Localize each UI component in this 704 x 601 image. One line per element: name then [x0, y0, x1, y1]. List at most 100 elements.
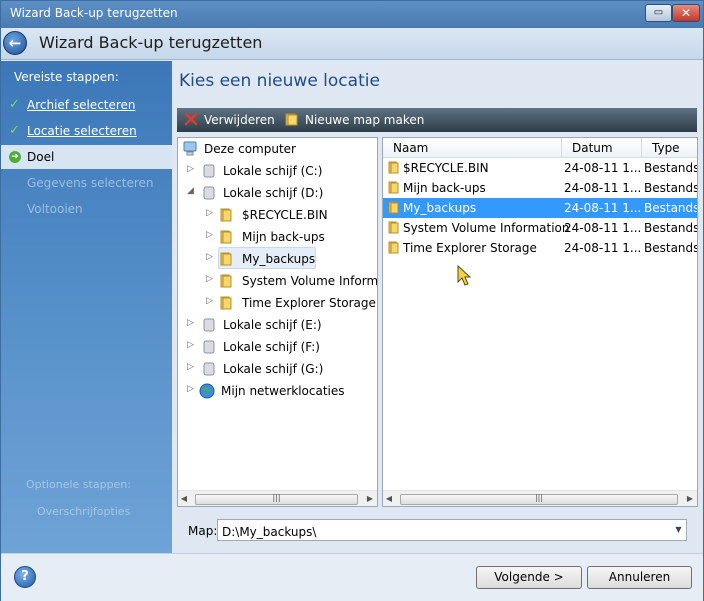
window-title: Wizard Back-up terugzetten: [10, 6, 178, 20]
step-locatie-selecteren[interactable]: ✓ Locatie selecteren: [1, 119, 172, 143]
folder-icon: [285, 113, 298, 126]
column-header-datum[interactable]: Datum: [562, 138, 642, 158]
expand-icon[interactable]: ▷: [206, 230, 213, 240]
scroll-left-icon[interactable]: ◀: [179, 494, 189, 503]
expand-icon[interactable]: ▷: [206, 296, 213, 306]
row-date: 24-08-11 1...: [564, 181, 642, 195]
folder-icon: [388, 221, 399, 234]
cancel-button[interactable]: Annuleren: [587, 566, 692, 589]
new-folder-button[interactable]: Nieuwe map maken: [285, 112, 424, 128]
column-header-naam[interactable]: Naam: [383, 138, 562, 158]
list-row-selected[interactable]: My_backups 24-08-11 1... Bestandsm: [383, 198, 697, 218]
help-icon[interactable]: ?: [14, 566, 36, 588]
expand-icon[interactable]: ▷: [206, 252, 213, 262]
tree-label: System Volume Informat: [242, 274, 378, 288]
wizard-footer: ? Volgende > Annuleren: [1, 553, 703, 601]
folder-icon: [220, 230, 232, 244]
expand-icon[interactable]: ▷: [206, 274, 213, 284]
row-date: 24-08-11 1...: [564, 241, 642, 255]
folder-icon: [220, 274, 232, 288]
grip-icon: |||: [534, 493, 544, 502]
folder-icon: [220, 296, 232, 310]
row-name: System Volume Information: [403, 221, 570, 235]
toolbar: Verwijderen Nieuwe map maken: [177, 108, 697, 132]
delete-button[interactable]: Verwijderen: [184, 112, 275, 128]
drive-icon: [203, 362, 215, 376]
folder-icon: [388, 241, 399, 254]
computer-icon: [183, 141, 197, 156]
step-label: Gegevens selecteren: [27, 176, 154, 190]
step-doel: ➜ Doel: [1, 145, 172, 169]
restore-button[interactable]: ▭: [645, 4, 672, 22]
drive-icon: [203, 340, 215, 354]
drive-icon: [203, 164, 215, 178]
scrollbar-thumb[interactable]: |||: [400, 493, 678, 505]
step-archief-selecteren[interactable]: ✓ Archief selecteren: [1, 93, 172, 117]
scroll-right-icon[interactable]: ▶: [685, 494, 695, 503]
title-bar: Wizard Back-up terugzetten ▭ ✕: [1, 1, 703, 28]
collapse-icon[interactable]: ◢: [187, 186, 194, 196]
tree-label: My_backups: [242, 252, 316, 266]
list-horizontal-scrollbar[interactable]: ◀ ||| ▶: [383, 490, 697, 506]
row-date: 24-08-11 1...: [564, 201, 642, 215]
map-dropdown-icon[interactable]: ▼: [671, 520, 686, 540]
drive-icon: [203, 186, 215, 200]
file-list: Naam Datum Type $RECYCLE.BIN 24-08-11 1.…: [382, 137, 698, 507]
checkmark-icon: ✓: [9, 123, 20, 138]
list-row[interactable]: Mijn back-ups 24-08-11 1... Bestandsm: [383, 178, 697, 198]
map-path-input[interactable]: [217, 519, 687, 541]
next-button[interactable]: Volgende >: [476, 566, 582, 589]
folder-tree: Deze computer ▷ Lokale schijf (C:) ◢ Lok…: [177, 137, 378, 507]
scrollbar-thumb[interactable]: |||: [195, 493, 358, 505]
tree-label: Mijn back-ups: [242, 230, 325, 244]
folder-icon: [388, 201, 399, 214]
tree-label: Lokale schijf (E:): [223, 318, 322, 332]
required-steps-heading: Vereiste stappen:: [14, 70, 119, 84]
step-voltooien: Voltooien: [1, 197, 172, 221]
expand-icon[interactable]: ▷: [206, 208, 213, 218]
row-name: Mijn back-ups: [403, 181, 486, 195]
map-label: Map:: [188, 524, 218, 538]
list-row[interactable]: $RECYCLE.BIN 24-08-11 1... Bestandsm: [383, 158, 697, 178]
mouse-cursor-icon: [457, 265, 472, 286]
row-type: Bestandsm: [644, 181, 697, 195]
optional-steps-heading: Optionele stappen:: [26, 478, 131, 491]
scroll-right-icon[interactable]: ▶: [365, 494, 375, 503]
close-button[interactable]: ✕: [672, 4, 700, 22]
drive-icon: [203, 318, 215, 332]
list-row[interactable]: System Volume Information 24-08-11 1... …: [383, 218, 697, 238]
current-step-arrow-icon: ➜: [9, 151, 21, 163]
tree-label: $RECYCLE.BIN: [242, 208, 328, 222]
optional-step-overschrijfopties: Overschrijfopties: [37, 505, 131, 518]
folder-icon: [388, 181, 399, 194]
back-button[interactable]: ←: [3, 31, 27, 55]
column-header-type[interactable]: Type: [642, 138, 697, 158]
wizard-title: Wizard Back-up terugzetten: [39, 33, 263, 52]
expand-icon[interactable]: ▷: [187, 164, 194, 174]
grip-icon: |||: [272, 493, 281, 502]
new-folder-label: Nieuwe map maken: [305, 113, 425, 127]
expand-icon[interactable]: ▷: [187, 340, 194, 350]
expand-icon[interactable]: ▷: [187, 362, 194, 372]
list-row[interactable]: Time Explorer Storage 24-08-11 1... Best…: [383, 238, 697, 258]
steps-sidebar: Vereiste stappen: ✓ Archief selecteren ✓…: [1, 61, 172, 553]
tree-label: Mijn netwerklocaties: [221, 384, 345, 398]
wizard-header: ← Wizard Back-up terugzetten: [1, 28, 703, 60]
step-label: Locatie selecteren: [27, 124, 137, 138]
expand-icon[interactable]: ▷: [187, 318, 194, 328]
tree-horizontal-scrollbar[interactable]: ◀ ||| ▶: [178, 490, 377, 506]
page-title: Kies een nieuwe locatie: [179, 71, 380, 91]
row-name: $RECYCLE.BIN: [403, 161, 489, 175]
step-label: Archief selecteren: [27, 98, 136, 112]
step-label: Voltooien: [27, 202, 83, 216]
scroll-left-icon[interactable]: ◀: [384, 494, 394, 503]
restore-icon: ▭: [653, 7, 664, 18]
row-date: 24-08-11 1...: [564, 221, 642, 235]
row-name: My_backups: [403, 201, 477, 215]
globe-icon: [199, 383, 215, 399]
row-name: Time Explorer Storage: [403, 241, 537, 255]
back-arrow-icon: ←: [8, 34, 22, 52]
checkmark-icon: ✓: [9, 97, 20, 112]
tree-label: Time Explorer Storage: [242, 296, 376, 310]
expand-icon[interactable]: ▷: [187, 384, 194, 394]
